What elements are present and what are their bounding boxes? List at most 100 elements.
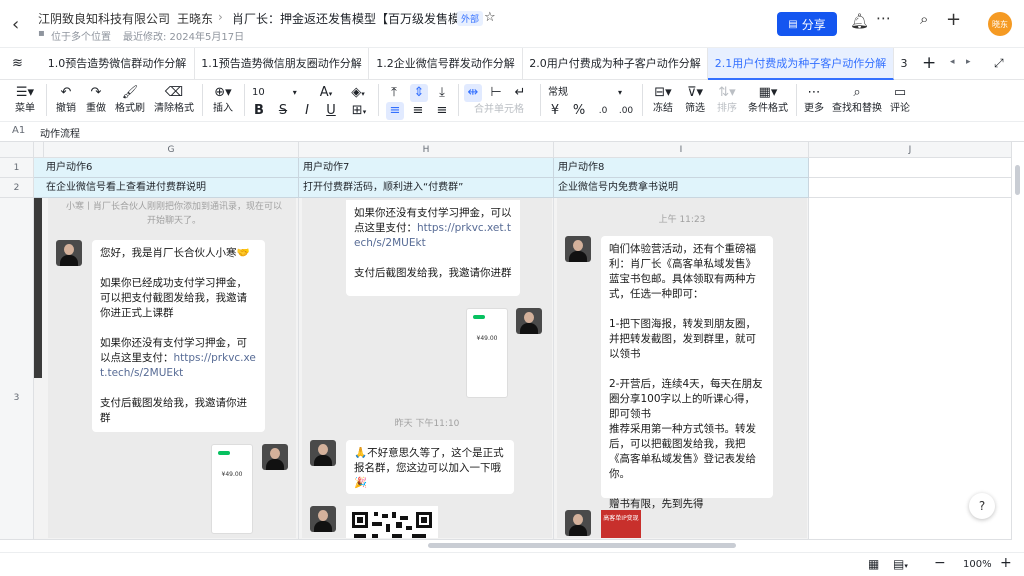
wrap-overflow-button[interactable]: ⇹: [464, 84, 482, 102]
cell-reference[interactable]: A1: [12, 125, 25, 136]
fill-color-button[interactable]: ◈▾: [346, 84, 370, 102]
expand-icon[interactable]: ⤢: [994, 56, 1004, 71]
cell-g1[interactable]: 用户动作6: [34, 158, 299, 178]
add-sheet-icon[interactable]: +: [922, 53, 936, 73]
vertical-scrollbar[interactable]: [1015, 165, 1020, 195]
tab-sheet-2-1[interactable]: 2.1用户付费成为种子客户动作分解: [708, 48, 894, 80]
filter-icon: ⊽▾: [686, 85, 704, 100]
align-center-button[interactable]: ≡: [410, 102, 426, 120]
decrease-decimal-button[interactable]: .0: [594, 102, 612, 120]
page-title[interactable]: 肖厂长：押金返还发售模型【百万级发售模型】: [232, 10, 484, 27]
underline-button[interactable]: U: [324, 102, 338, 120]
cell-i1[interactable]: 用户动作8: [554, 158, 809, 178]
tab-sheet-3[interactable]: 3: [894, 48, 914, 80]
search-icon[interactable]: ⌕: [920, 10, 928, 28]
share-button[interactable]: ▤ 分享: [777, 12, 837, 36]
tab-sheet-1-0[interactable]: 1.0预告造势微信群动作分解: [40, 48, 195, 80]
italic-button[interactable]: I: [300, 102, 314, 120]
redo-icon: ↷: [90, 85, 102, 100]
format-painter-button[interactable]: 🖌︎ 格式刷: [114, 84, 146, 116]
row-header-2[interactable]: 2: [0, 178, 34, 198]
cell-h2[interactable]: 打开付费群活码，顺利进入“付费群”: [299, 178, 554, 198]
currency-button[interactable]: ¥: [548, 102, 562, 120]
sort-button[interactable]: ⇅▾ 排序: [712, 84, 742, 116]
row-header-1[interactable]: 1: [0, 158, 34, 178]
payment-amount: ¥49.00: [221, 471, 243, 478]
tab-sheet-2-0[interactable]: 2.0用户付费成为种子客户动作分解: [523, 48, 708, 80]
scroll-right-icon[interactable]: ▸: [966, 57, 971, 67]
align-right-icon: ≡: [436, 103, 448, 118]
chat-bubble: 咱们体验营活动，还有个重磅福利：肖厂长《高客单私域发售》蓝宝书包邮。具体领取有两…: [601, 236, 773, 510]
zoom-level[interactable]: 100%: [963, 559, 992, 570]
bold-button[interactable]: B: [252, 102, 266, 120]
cell-j1[interactable]: [809, 158, 1012, 178]
align-left-button[interactable]: ≡: [386, 102, 404, 120]
wrap-text-button[interactable]: ↵: [512, 84, 528, 102]
star-icon[interactable]: ☆: [484, 10, 496, 25]
strikethrough-button[interactable]: S: [276, 102, 290, 120]
layout-view-icon[interactable]: ▤▾: [893, 557, 908, 571]
increase-decimal-button[interactable]: .00: [616, 102, 636, 120]
freeze-button[interactable]: ⊟▾ 冻结: [648, 84, 678, 116]
font-size-select[interactable]: 10 ▾: [252, 84, 302, 102]
avatar[interactable]: 晓东: [988, 12, 1012, 36]
comment-button[interactable]: ▭ 评论: [888, 84, 912, 116]
payment-screenshot: ¥49.00: [211, 444, 253, 534]
select-all-corner[interactable]: [0, 142, 34, 158]
row-header-3[interactable]: 3: [0, 198, 34, 540]
message-text: 您好，我是肖厂长合伙人小寒🤝 如果你已经成功支付学习押金，可以把支付截图发给我，…: [100, 247, 250, 364]
cell-j3[interactable]: [809, 198, 1012, 540]
zoom-out-icon[interactable]: −: [934, 555, 946, 571]
conditional-format-button[interactable]: ▦▾ 条件格式: [748, 84, 788, 116]
horizontal-scrollbar[interactable]: [428, 543, 736, 548]
location-text[interactable]: 位于多个位置: [51, 28, 111, 43]
cell-j2[interactable]: [809, 178, 1012, 198]
column-header-j[interactable]: J: [809, 142, 1012, 158]
chat-bubble: 您好，我是肖厂长合伙人小寒🤝 如果你已经成功支付学习押金，可以把支付截图发给我，…: [92, 240, 265, 432]
cell-i2[interactable]: 企业微信号内免费拿书说明: [554, 178, 809, 198]
back-icon[interactable]: ‹: [12, 14, 19, 35]
align-top-button[interactable]: ⤒: [386, 84, 402, 102]
scroll-left-icon[interactable]: ◂: [950, 57, 955, 67]
number-format-select[interactable]: 常规 ▾: [548, 84, 632, 102]
menu-icon: ☰▾: [15, 85, 35, 100]
cell-g2[interactable]: 在企业微信号看上查看进付费群说明: [34, 178, 299, 198]
insert-button[interactable]: ⊕▾ 插入: [208, 84, 238, 116]
column-header-i[interactable]: I: [554, 142, 809, 158]
percent-button[interactable]: %: [572, 102, 586, 120]
breadcrumb-owner[interactable]: 王晓东: [177, 10, 213, 27]
align-bottom-button[interactable]: ⤓: [434, 84, 450, 102]
column-header-h[interactable]: H: [299, 142, 554, 158]
cell-h1[interactable]: 用户动作7: [299, 158, 554, 178]
redo-button[interactable]: ↷ 重做: [82, 84, 110, 116]
bell-icon[interactable]: 🔔︎: [850, 12, 869, 30]
tab-sheet-1-2[interactable]: 1.2企业微信号群发动作分解: [369, 48, 523, 80]
chat-bubble: 🙏不好意思久等了，这个是正式报名群，您这边可以加入一下哦🎉: [346, 440, 514, 494]
help-button[interactable]: ?: [969, 493, 995, 519]
find-replace-button[interactable]: ⌕ 查找和替换: [832, 84, 882, 116]
add-icon[interactable]: +: [946, 9, 961, 30]
menu-button[interactable]: ☰▾ 菜单: [10, 84, 40, 116]
column-header-g[interactable]: G: [44, 142, 299, 158]
align-middle-button[interactable]: ⇕: [410, 84, 428, 102]
tab-sheet-1-1[interactable]: 1.1预告造势微信朋友圈动作分解: [195, 48, 369, 80]
breadcrumb-company[interactable]: 江阴致良知科技有限公司: [38, 10, 170, 27]
more-icon[interactable]: ⋯: [876, 9, 891, 27]
align-right-button[interactable]: ≡: [434, 102, 450, 120]
clear-format-button[interactable]: ⌫ 清除格式: [152, 84, 196, 116]
text-color-button[interactable]: A▾: [314, 84, 338, 102]
undo-button[interactable]: ↶ 撤销: [52, 84, 80, 116]
tab-label: 2.1用户付费成为种子客户动作分解: [714, 57, 887, 70]
comment-icon: ▭: [893, 85, 907, 100]
merge-cells-button[interactable]: 合并单元格: [464, 102, 534, 116]
formula-input[interactable]: 动作流程: [40, 125, 80, 140]
grid-view-icon[interactable]: ▦: [868, 557, 879, 571]
help-icon: ?: [978, 499, 986, 513]
more-button[interactable]: ⋯ 更多: [802, 84, 826, 116]
eraser-icon: ⌫: [164, 85, 184, 100]
border-button[interactable]: ⊞▾: [348, 102, 370, 120]
filter-button[interactable]: ⊽▾ 筛选: [680, 84, 710, 116]
zoom-in-icon[interactable]: +: [1000, 555, 1012, 571]
layers-icon[interactable]: ≋: [12, 56, 23, 71]
wrap-clip-button[interactable]: ⊢: [488, 84, 504, 102]
